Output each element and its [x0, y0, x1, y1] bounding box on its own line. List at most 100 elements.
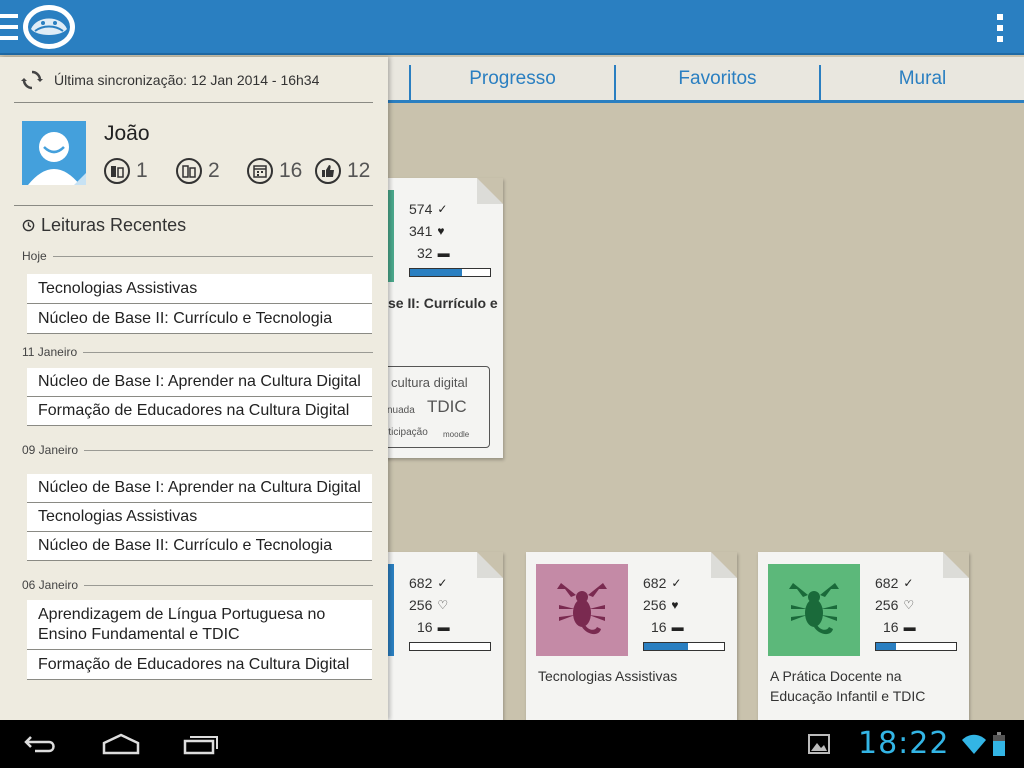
back-icon[interactable]	[22, 730, 60, 758]
progress-bar	[875, 642, 957, 651]
comments-count: 16	[417, 619, 433, 635]
gallery-notification-icon[interactable]	[807, 730, 831, 758]
heart-outline-icon: ♡	[903, 598, 915, 612]
home-icon[interactable]	[101, 730, 141, 758]
views-count: 682	[409, 575, 433, 591]
check-icon: ✓	[903, 576, 914, 590]
card-title: se II: Currículo e	[388, 295, 498, 311]
tab-mural[interactable]: Mural	[821, 57, 1024, 100]
recent-apps-icon[interactable]	[182, 730, 220, 758]
course-card[interactable]: 682 ✓ 256 ♡ 16 ▬ A Prática Docente na Educa…	[758, 552, 969, 722]
card-stats: 682 ✓ 256 ♥ 16 ▬	[643, 572, 743, 651]
counter-value: 2	[208, 159, 220, 182]
thumbs-up-icon	[315, 158, 341, 184]
date-group-label: Hoje	[22, 249, 373, 263]
app-logo-icon[interactable]	[23, 5, 75, 49]
check-icon: ✓	[437, 202, 448, 216]
recent-readings-header: Leituras Recentes	[22, 215, 186, 236]
course-thumbnail	[536, 564, 628, 656]
likes-count: 341	[409, 223, 433, 239]
last-sync-text: Última sincronização: 12 Jan 2014 - 16h3…	[54, 72, 320, 88]
date-group-label: 09 Janeiro	[22, 443, 373, 457]
date-label: Hoje	[22, 249, 47, 263]
check-icon: ✓	[437, 576, 448, 590]
tag[interactable]: moodle	[443, 430, 469, 439]
divider	[14, 102, 373, 103]
comments-count: 16	[651, 619, 667, 635]
progress-fill	[876, 643, 896, 650]
counter-value: 1	[136, 159, 148, 182]
counter-likes[interactable]: 12	[315, 157, 370, 185]
date-group-label: 11 Janeiro	[22, 345, 373, 359]
card-stats: 574 ✓ 341 ♥ 32 ▬	[409, 198, 509, 277]
tag[interactable]: rticipação	[385, 427, 428, 438]
tag[interactable]: nuada	[387, 405, 415, 416]
list-item[interactable]: Formação de Educadores na Cultura Digita…	[27, 397, 372, 426]
card-title: A Prática Docente na Educação Infantil e…	[770, 668, 926, 704]
date-label: 09 Janeiro	[22, 443, 79, 457]
progress-bar	[409, 268, 491, 277]
progress-bar	[409, 642, 491, 651]
wifi-icon[interactable]	[960, 730, 988, 758]
views-count: 682	[643, 575, 667, 591]
likes-count: 256	[409, 597, 433, 613]
tag[interactable]: cultura digital	[391, 375, 468, 390]
list-item[interactable]: Núcleo de Base I: Aprender na Cultura Di…	[27, 368, 372, 397]
tab-progresso[interactable]: Progresso	[411, 57, 614, 100]
user-counters: 1 2 16 12	[104, 157, 374, 185]
recent-readings-title: Leituras Recentes	[41, 215, 187, 235]
action-bar	[0, 0, 1024, 55]
status-clock[interactable]: 18:22	[858, 726, 949, 761]
progress-fill	[410, 269, 462, 276]
card-stats: 682 ✓ 256 ♡ 16 ▬	[875, 572, 975, 651]
list-item[interactable]: Aprendizagem de Língua Portuguesa no Ens…	[27, 600, 372, 650]
date-group-label: 06 Janeiro	[22, 578, 373, 592]
course-card[interactable]: 682 ✓ 256 ♥ 16 ▬ Tecnologias Assistivas	[526, 552, 737, 722]
comments-count: 32	[417, 245, 433, 261]
heart-outline-icon: ♡	[437, 598, 449, 612]
books-icon	[176, 158, 202, 184]
counter-calendar[interactable]: 16	[247, 157, 302, 185]
tag-cloud: cultura digital nuada TDIC rticipação mo…	[370, 366, 490, 448]
comment-icon: ▬	[903, 620, 916, 634]
system-nav-bar: 18:22	[0, 720, 1024, 768]
list-item[interactable]: Tecnologias Assistivas	[27, 503, 372, 532]
sync-status[interactable]: Última sincronização: 12 Jan 2014 - 16h3…	[20, 65, 319, 95]
books-read-icon	[104, 158, 130, 184]
more-vert-icon[interactable]	[996, 14, 1004, 42]
views-count: 682	[875, 575, 899, 591]
comment-icon: ▬	[671, 620, 684, 634]
counter-value: 12	[347, 159, 371, 182]
tab-favoritos[interactable]: Favoritos	[616, 57, 819, 100]
list-item[interactable]: Núcleo de Base I: Aprender na Cultura Di…	[27, 474, 372, 503]
list-item[interactable]: Formação de Educadores na Cultura Digita…	[27, 650, 372, 680]
likes-count: 256	[643, 597, 667, 613]
heart-icon: ♥	[437, 224, 445, 238]
sync-icon[interactable]	[20, 68, 44, 92]
counter-value: 16	[279, 159, 303, 182]
likes-count: 256	[875, 597, 899, 613]
navigation-drawer: Última sincronização: 12 Jan 2014 - 16h3…	[0, 57, 388, 720]
course-thumbnail	[768, 564, 860, 656]
list-item[interactable]: Tecnologias Assistivas	[27, 274, 372, 304]
heart-icon: ♥	[671, 598, 679, 612]
card-stats: 682 ✓ 256 ♡ 16 ▬	[409, 572, 509, 651]
list-item[interactable]: Núcleo de Base II: Currículo e Tecnologi…	[27, 304, 372, 334]
check-icon: ✓	[671, 576, 682, 590]
counter-books-read[interactable]: 1	[104, 157, 148, 185]
hamburger-icon[interactable]	[0, 14, 18, 40]
counter-books[interactable]: 2	[176, 157, 220, 185]
tag[interactable]: TDIC	[427, 397, 467, 417]
divider	[14, 205, 373, 206]
calendar-icon	[247, 158, 273, 184]
date-label: 11 Janeiro	[22, 345, 78, 359]
card-title: Tecnologias Assistivas	[538, 668, 678, 684]
list-item[interactable]: Núcleo de Base II: Currículo e Tecnologi…	[27, 532, 372, 561]
progress-fill	[644, 643, 688, 650]
avatar-icon[interactable]	[22, 121, 86, 185]
scorpion-icon	[789, 583, 839, 635]
scorpion-icon	[557, 583, 607, 635]
comment-icon: ▬	[437, 620, 450, 634]
user-name: João	[104, 122, 150, 145]
battery-icon[interactable]	[992, 730, 1006, 758]
